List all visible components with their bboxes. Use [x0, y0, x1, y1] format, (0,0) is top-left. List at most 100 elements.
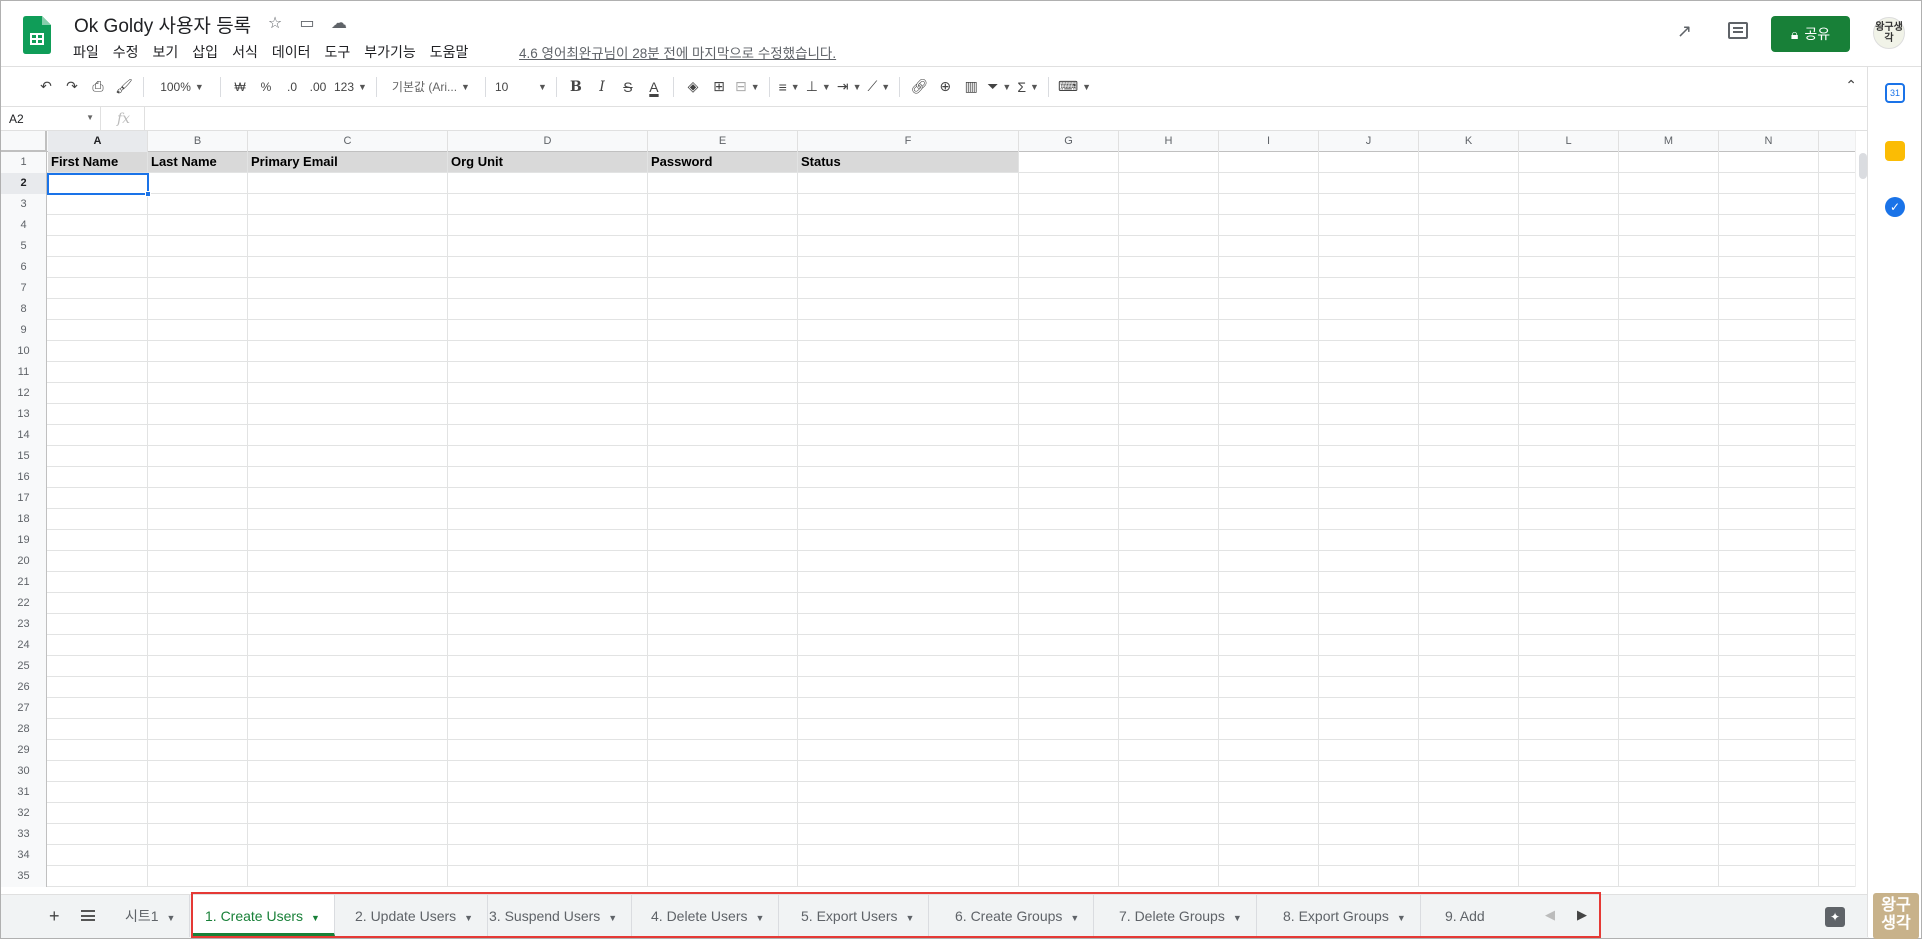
cell-m32[interactable] [1619, 803, 1719, 823]
cell-j27[interactable] [1319, 698, 1419, 718]
cell-j26[interactable] [1319, 677, 1419, 697]
cell-n27[interactable] [1719, 698, 1819, 718]
cell-k24[interactable] [1419, 635, 1519, 655]
cell-g35[interactable] [1019, 866, 1119, 886]
cell-a27[interactable] [48, 698, 148, 718]
cell-g13[interactable] [1019, 404, 1119, 424]
cell-b28[interactable] [148, 719, 248, 739]
cell-n26[interactable] [1719, 677, 1819, 697]
cell-m4[interactable] [1619, 215, 1719, 235]
cell-i25[interactable] [1219, 656, 1319, 676]
cell-n25[interactable] [1719, 656, 1819, 676]
column-header-i[interactable]: I [1219, 131, 1319, 152]
cell-k5[interactable] [1419, 236, 1519, 256]
fill-color-icon[interactable]: ◈ [680, 73, 706, 101]
cell-c8[interactable] [248, 299, 448, 319]
cell-n34[interactable] [1719, 845, 1819, 865]
sheet-tab-menu-icon[interactable]: ▼ [608, 913, 617, 923]
cell-b31[interactable] [148, 782, 248, 802]
cell-b10[interactable] [148, 341, 248, 361]
insert-comment-icon[interactable]: ⊕ [932, 73, 958, 101]
cell-m29[interactable] [1619, 740, 1719, 760]
cell-m1[interactable] [1619, 152, 1719, 172]
cell-f14[interactable] [798, 425, 1019, 445]
cell-k15[interactable] [1419, 446, 1519, 466]
cell-e5[interactable] [648, 236, 798, 256]
cell-j28[interactable] [1319, 719, 1419, 739]
sheet-tab[interactable]: 5. Export Users ▼ [787, 895, 930, 937]
cell-g1[interactable] [1019, 152, 1119, 172]
cell-h33[interactable] [1119, 824, 1219, 844]
cell-l7[interactable] [1519, 278, 1619, 298]
cell-f35[interactable] [798, 866, 1019, 886]
cell-f21[interactable] [798, 572, 1019, 592]
cell-a10[interactable] [48, 341, 148, 361]
cell-b13[interactable] [148, 404, 248, 424]
cell-j23[interactable] [1319, 614, 1419, 634]
cell-j4[interactable] [1319, 215, 1419, 235]
sheet-tab-menu-icon[interactable]: ▼ [167, 913, 176, 923]
cell-k10[interactable] [1419, 341, 1519, 361]
cell-k4[interactable] [1419, 215, 1519, 235]
cell-j25[interactable] [1319, 656, 1419, 676]
cell-f27[interactable] [798, 698, 1019, 718]
row-header[interactable]: 10 [1, 341, 47, 362]
cell-n21[interactable] [1719, 572, 1819, 592]
cell-d28[interactable] [448, 719, 648, 739]
cell-b22[interactable] [148, 593, 248, 613]
currency-format-button[interactable]: ₩ [227, 73, 253, 101]
text-rotate-icon[interactable]: ⟋ ▼ [864, 73, 893, 101]
cell-c5[interactable] [248, 236, 448, 256]
cell-e30[interactable] [648, 761, 798, 781]
cell-j35[interactable] [1319, 866, 1419, 886]
cell-f18[interactable] [798, 509, 1019, 529]
cell-g4[interactable] [1019, 215, 1119, 235]
cell-b11[interactable] [148, 362, 248, 382]
cell-h12[interactable] [1119, 383, 1219, 403]
cell-h31[interactable] [1119, 782, 1219, 802]
column-header-h[interactable]: H [1119, 131, 1219, 152]
column-header-b[interactable]: B [148, 131, 248, 152]
input-tools-icon[interactable]: ⌨ ▼ [1055, 73, 1094, 101]
font-family-select[interactable]: 기본값 (Ari... ▼ [383, 73, 479, 101]
tab-scroll-left-icon[interactable]: ◀ [1545, 907, 1555, 923]
cell-l13[interactable] [1519, 404, 1619, 424]
cell-n20[interactable] [1719, 551, 1819, 571]
cell-f19[interactable] [798, 530, 1019, 550]
cell-j18[interactable] [1319, 509, 1419, 529]
cell-g30[interactable] [1019, 761, 1119, 781]
sheet-tab-menu-icon[interactable]: ▼ [311, 913, 320, 923]
cell-e10[interactable] [648, 341, 798, 361]
cell-c9[interactable] [248, 320, 448, 340]
cell-g15[interactable] [1019, 446, 1119, 466]
cell-g23[interactable] [1019, 614, 1119, 634]
cell-m33[interactable] [1619, 824, 1719, 844]
bold-button[interactable]: B [563, 73, 589, 101]
cell-h5[interactable] [1119, 236, 1219, 256]
cell-l1[interactable] [1519, 152, 1619, 172]
cell-n12[interactable] [1719, 383, 1819, 403]
cell-m30[interactable] [1619, 761, 1719, 781]
cell-d5[interactable] [448, 236, 648, 256]
cell-k35[interactable] [1419, 866, 1519, 886]
text-wrap-icon[interactable]: ⇥ ▼ [834, 73, 865, 101]
cell-a14[interactable] [48, 425, 148, 445]
cell-f4[interactable] [798, 215, 1019, 235]
cell-g26[interactable] [1019, 677, 1119, 697]
cell-l15[interactable] [1519, 446, 1619, 466]
keep-icon[interactable] [1885, 141, 1905, 161]
cell-n7[interactable] [1719, 278, 1819, 298]
cell-g2[interactable] [1019, 173, 1119, 193]
cell-i9[interactable] [1219, 320, 1319, 340]
cell-i10[interactable] [1219, 341, 1319, 361]
cell-m26[interactable] [1619, 677, 1719, 697]
cell-c28[interactable] [248, 719, 448, 739]
cell-c34[interactable] [248, 845, 448, 865]
cell-d18[interactable] [448, 509, 648, 529]
cell-b9[interactable] [148, 320, 248, 340]
cell-i19[interactable] [1219, 530, 1319, 550]
cell-f3[interactable] [798, 194, 1019, 214]
cell-h26[interactable] [1119, 677, 1219, 697]
cell-j11[interactable] [1319, 362, 1419, 382]
column-header-n[interactable]: N [1719, 131, 1819, 152]
